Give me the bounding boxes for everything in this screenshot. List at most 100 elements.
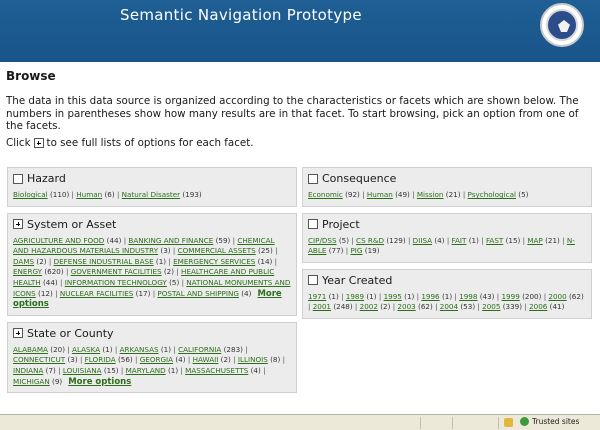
facet-option-link[interactable]: FAIT [452,236,467,245]
facet-option-link[interactable]: 1998 [459,292,477,301]
security-zone[interactable]: Trusted sites [520,417,579,426]
facet-option-link[interactable]: DAMS [13,257,34,266]
facet-option-count: (2) [220,355,231,365]
facet-option-link[interactable]: DIISA [413,236,432,245]
facet-option-count: (283) [223,344,243,354]
facet-option-count: (59) [215,235,231,245]
facet-option-link[interactable]: ENERGY [13,267,42,276]
facet-option-link[interactable]: COMMERCIAL ASSETS [178,246,256,255]
separator: | [559,235,567,245]
facet-option-count: (62) [418,302,433,312]
separator: | [118,365,126,375]
page-title: Browse [6,69,56,83]
facet-option-link[interactable]: MARYLAND [126,366,166,375]
facet-option-link[interactable]: 2003 [397,302,415,311]
facet-option-link[interactable]: ILLINOIS [238,355,268,364]
separator: | [77,355,85,365]
facet-option-link[interactable]: CS R&D [356,236,384,245]
facet-option-link[interactable]: Human [76,190,102,199]
lock-icon [504,418,513,427]
help-prefix: Click [6,136,31,149]
more-options-link[interactable]: More options [68,377,131,387]
facet-option-link[interactable]: 2005 [482,302,500,311]
facet-option-link[interactable]: 2000 [548,292,566,301]
facet-option-count: (1) [441,291,453,301]
separator: | [405,235,413,245]
consequence-checkbox[interactable] [308,173,318,184]
separator: | [171,344,179,354]
facet-option-link[interactable]: CIP/DSS [308,236,337,245]
hazard-checkbox[interactable] [13,173,23,184]
facet-option-link[interactable]: Psychological [468,190,516,199]
facet-panel-hazard: Hazard Biological (110) | Human (6) | Na… [7,167,297,207]
facet-option-count: (2) [36,256,47,266]
facet-option-link[interactable]: 1999 [501,292,519,301]
facet-option-count: (21) [545,235,560,245]
facet-option-link[interactable]: INDIANA [13,366,43,375]
facet-option-link[interactable]: GOVERNMENT FACILITIES [71,267,162,276]
facet-option-link[interactable]: ALABAMA [13,345,48,354]
facet-option-link[interactable]: ALASKA [72,345,100,354]
facet-option-count: (41) [549,302,565,312]
facet-option-count: (56) [117,355,133,365]
facet-option-link[interactable]: FLORIDA [85,355,116,364]
facet-option-link[interactable]: NUCLEAR FACILITIES [60,289,134,298]
facet-option-link[interactable]: MICHIGAN [13,377,50,386]
separator: | [352,302,360,312]
separator: | [63,267,71,277]
facet-option-link[interactable]: Mission [417,190,444,199]
facet-option-link[interactable]: Human [367,190,393,199]
facet-option-count: (20) [50,344,66,354]
year-checkbox[interactable] [308,275,318,286]
project-checkbox[interactable] [308,219,318,230]
separator: | [185,355,193,365]
facet-option-link[interactable]: EMERGENCY SERVICES [173,257,255,266]
facet-option-link[interactable]: GEORGIA [140,355,173,364]
facet-option-link[interactable]: ARKANSAS [120,345,159,354]
facet-option-link[interactable]: Natural Disaster [122,190,180,199]
facet-option-count: (129) [386,235,406,245]
facet-option-link[interactable]: Biological [13,190,48,199]
separator: | [272,256,278,266]
facet-option-link[interactable]: AGRICULTURE AND FOOD [13,236,104,245]
facet-option-link[interactable]: 1989 [346,292,364,301]
system-expand-icon[interactable] [13,219,23,230]
facet-option-link[interactable]: MASSACHUSETTS [185,366,248,375]
facet-option-link[interactable]: BANKING AND FINANCE [128,236,213,245]
facet-option-link[interactable]: 2004 [440,302,458,311]
facet-option-link[interactable]: FAST [486,236,503,245]
facet-option-link[interactable]: 2002 [360,302,378,311]
facet-option-link[interactable]: DEFENSE INDUSTRIAL BASE [54,257,154,266]
facet-option-link[interactable]: Economic [308,190,343,199]
help-suffix: to see full lists of options for each fa… [46,136,254,149]
facet-option-link[interactable]: INFORMATION TECHNOLOGY [65,278,167,287]
separator: | [52,288,60,298]
facet-option-link[interactable]: PIG [350,246,362,255]
plus-expand-icon [33,138,44,148]
facet-option-count: (248) [333,302,353,312]
facet-option-link[interactable]: 2001 [313,302,331,311]
separator: | [57,277,65,287]
separator: | [376,291,384,301]
facet-option-count: (200) [522,291,542,301]
facet-option-link[interactable]: POSTAL AND SHIPPING [157,289,239,298]
facet-option-link[interactable]: 1971 [308,292,326,301]
facet-option-link[interactable]: 2006 [529,302,547,311]
facet-option-link[interactable]: LOUISIANA [63,366,102,375]
facet-option-link[interactable]: MAP [527,236,542,245]
separator: | [478,235,486,245]
facet-option-count: (25) [258,246,273,256]
zone-label: Trusted sites [532,417,580,426]
facet-option-link[interactable]: 1996 [421,292,439,301]
facet-option-count: (1) [102,344,113,354]
facet-option-link[interactable]: CALIFORNIA [178,345,221,354]
state-expand-icon[interactable] [13,328,23,339]
facet-title-hazard: Hazard [27,172,66,185]
facet-title-project: Project [322,217,360,231]
facet-option-count: (193) [182,190,202,199]
separator: | [349,235,357,245]
facet-option-count: (4) [175,355,186,365]
facet-option-link[interactable]: HAWAII [193,355,219,364]
facet-option-link[interactable]: CONNECTICUT [13,355,65,364]
facet-option-link[interactable]: 1995 [384,292,402,301]
